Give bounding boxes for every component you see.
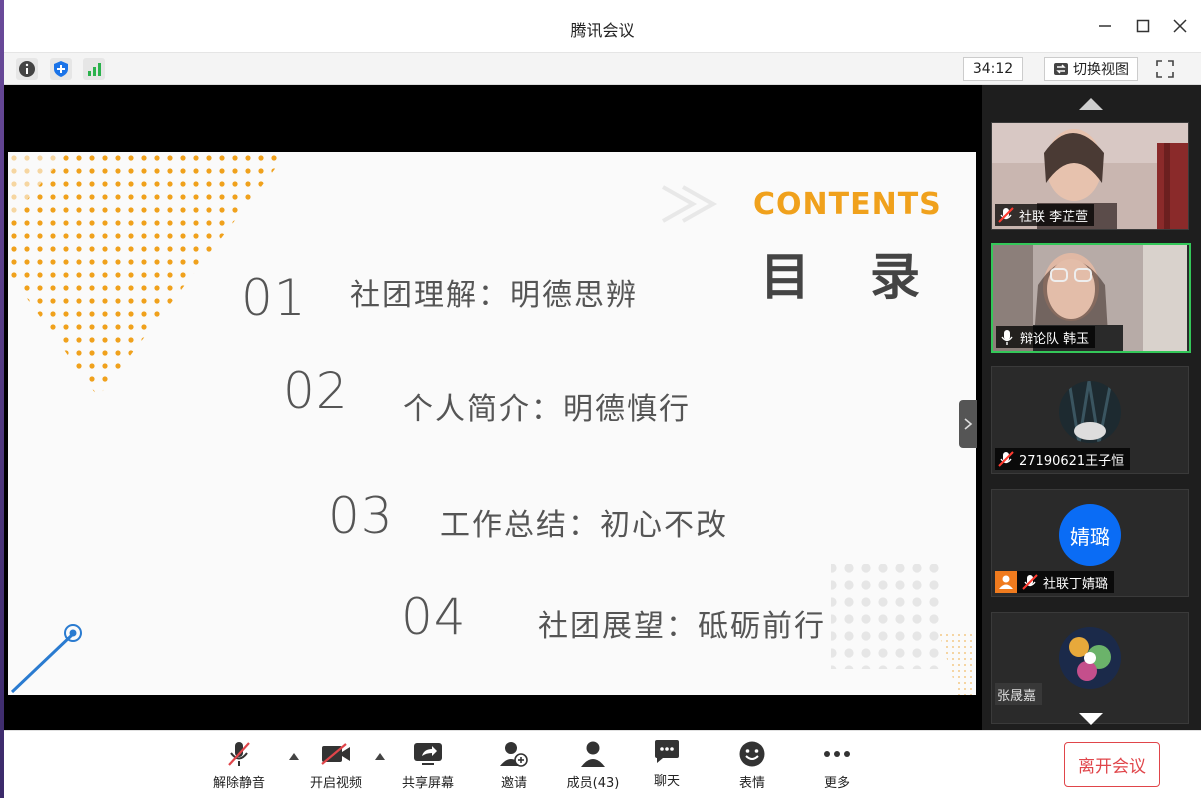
unmute-button[interactable]: 解除静音 [204, 739, 274, 795]
window-title: 腾讯会议 [570, 21, 635, 40]
avatar: 婧璐 [1059, 504, 1121, 566]
participant-tile-speaking[interactable]: 辩论队 韩玉 [991, 243, 1191, 353]
close-button[interactable] [1166, 12, 1194, 40]
meeting-timer: 34:12 [963, 57, 1023, 81]
mic-muted-icon [223, 739, 255, 769]
title-bar: 腾讯会议 [4, 0, 1201, 53]
start-video-label: 开启视频 [309, 776, 362, 791]
scroll-down-arrow-icon[interactable] [1079, 713, 1103, 725]
participant-tile[interactable]: 27190621王子恒 [991, 366, 1189, 474]
close-icon [1173, 19, 1187, 33]
share-screen-icon [412, 739, 444, 769]
slide-contents-zh: 目录 [760, 248, 976, 306]
switch-view-button[interactable]: 切换视图 [1044, 57, 1138, 81]
signal-icon[interactable] [83, 58, 105, 80]
avatar [1059, 627, 1121, 689]
participant-name: 27190621王子恒 [1019, 453, 1125, 469]
collapse-panel-button[interactable] [959, 400, 977, 448]
share-screen-label: 共享屏幕 [401, 776, 454, 791]
mic-icon [1001, 330, 1013, 345]
slide-item-text: 社团理解：明德思辨 [350, 278, 638, 313]
add-user-icon [498, 739, 530, 769]
meeting-toolbar: 解除静音 开启视频 共享屏幕 邀请 成员(43) 聊天 表情 更多 离开会议 [4, 730, 1201, 798]
switch-view-icon [1054, 63, 1068, 75]
switch-view-label: 切换视图 [1073, 62, 1129, 78]
slide-contents-heading: CONTENTS [753, 187, 942, 222]
members-label: 成员(43) [566, 776, 620, 791]
reactions-label: 表情 [738, 776, 765, 791]
slide-item-number: 02 [283, 362, 349, 420]
leave-meeting-button[interactable]: 离开会议 [1064, 742, 1160, 787]
host-icon [995, 571, 1017, 593]
participant-name: 社联 李芷萱 [1019, 209, 1089, 225]
minimize-button[interactable] [1091, 12, 1119, 40]
participant-nameplate: 社联 李芷萱 [995, 204, 1095, 226]
chat-label: 聊天 [653, 774, 680, 789]
participant-name: 辩论队 韩玉 [1020, 331, 1090, 347]
meeting-info-bar: 34:12 切换视图 [4, 53, 1201, 85]
emoji-icon [736, 739, 768, 769]
shared-screen-stage: CONTENTS 目录 01 社团理解：明德思辨 02 个人简介：明德慎行 03… [4, 85, 982, 730]
participant-nameplate: 张晟嘉 [995, 683, 1043, 705]
participant-nameplate: 27190621王子恒 [995, 448, 1131, 470]
video-options-caret-icon[interactable] [375, 753, 385, 760]
start-video-button[interactable]: 开启视频 [301, 739, 371, 795]
participant-name: 社联丁婧璐 [1043, 576, 1109, 592]
members-button[interactable]: 成员(43) [558, 739, 628, 795]
participant-name: 张晟嘉 [997, 688, 1037, 704]
participant-nameplate: 辩论队 韩玉 [996, 326, 1096, 348]
minimize-icon [1099, 25, 1111, 27]
participant-tile[interactable]: 张晟嘉 [991, 612, 1189, 724]
mic-muted-icon [998, 451, 1014, 467]
participant-tile[interactable]: 社联 李芷萱 [991, 122, 1189, 230]
more-label: 更多 [823, 776, 850, 791]
invite-label: 邀请 [500, 776, 527, 791]
reactions-button[interactable]: 表情 [717, 739, 787, 795]
participant-tile[interactable]: 婧璐 社联丁婧璐 [991, 489, 1189, 597]
slide-item-number: 03 [328, 487, 394, 545]
avatar [1059, 381, 1121, 443]
fullscreen-button[interactable] [1154, 58, 1176, 80]
slide-item-text: 个人简介：明德慎行 [403, 392, 691, 427]
mic-muted-icon [998, 207, 1014, 223]
scroll-up-arrow-icon[interactable] [1079, 98, 1103, 110]
participant-video-panel: 社联 李芷萱 辩论队 韩玉 27190621王子恒 婧璐 社联丁婧璐 张晟嘉 [982, 85, 1201, 730]
share-screen-button[interactable]: 共享屏幕 [393, 739, 463, 795]
members-icon [577, 739, 609, 769]
fullscreen-icon [1156, 60, 1174, 78]
more-button[interactable]: 更多 [802, 739, 872, 795]
more-icon [821, 739, 853, 769]
camera-off-icon [320, 739, 352, 769]
shield-icon[interactable] [50, 58, 72, 80]
unmute-label: 解除静音 [212, 776, 265, 791]
presentation-slide: CONTENTS 目录 01 社团理解：明德思辨 02 个人简介：明德慎行 03… [8, 152, 976, 695]
chevron-right-icon [964, 418, 973, 430]
slide-item-text: 社团展望：砥砺前行 [538, 609, 826, 644]
mic-muted-icon [1022, 574, 1038, 590]
maximize-button[interactable] [1129, 12, 1157, 40]
participant-nameplate: 社联丁婧璐 [995, 571, 1115, 593]
slide-item-number: 01 [241, 269, 307, 327]
invite-button[interactable]: 邀请 [479, 739, 549, 795]
slide-item-text: 工作总结：初心不改 [440, 508, 728, 543]
audio-options-caret-icon[interactable] [289, 753, 299, 760]
meeting-window: 腾讯会议 34:12 切换视图 CONTENTS 目录 01 社团理解：明德思辨… [4, 0, 1201, 798]
maximize-icon [1136, 19, 1150, 33]
chat-button[interactable]: 聊天 [632, 737, 702, 793]
chat-icon [651, 737, 683, 767]
info-icon[interactable] [16, 58, 38, 80]
slide-item-number: 04 [401, 588, 467, 646]
